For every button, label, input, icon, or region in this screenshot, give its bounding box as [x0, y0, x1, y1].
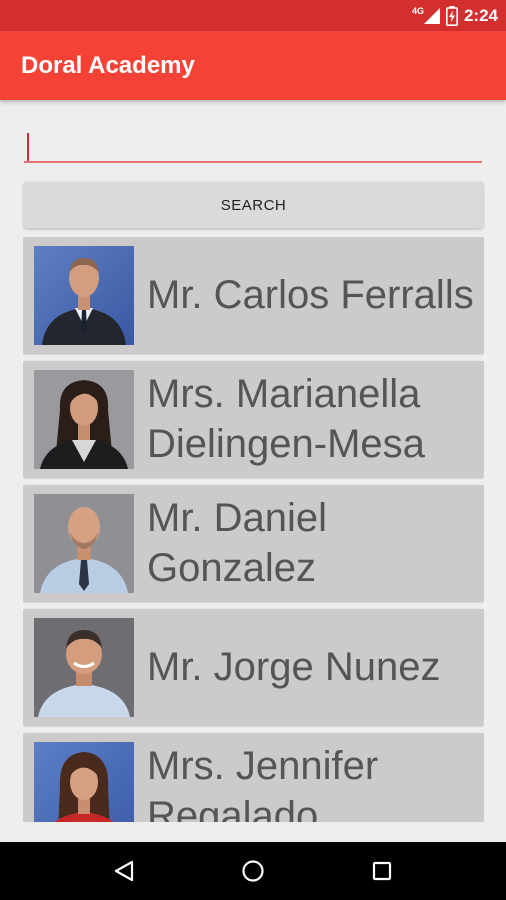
staff-photo [34, 370, 134, 469]
staff-photo [34, 618, 134, 717]
staff-name: Mr. Carlos Ferralls [147, 273, 474, 317]
staff-card[interactable]: Mr. Carlos Ferralls [23, 237, 484, 353]
staff-card[interactable]: Mrs. Jennifer Regalado [23, 733, 484, 822]
status-bar: 4G 2:24 [0, 0, 506, 31]
signal-icon [423, 7, 440, 24]
staff-name: Mrs. Jennifer Regalado [147, 744, 379, 822]
staff-card[interactable]: Mr. Daniel Gonzalez [23, 485, 484, 601]
staff-photo [34, 494, 134, 593]
staff-photo [34, 246, 134, 345]
home-button[interactable] [233, 851, 273, 891]
search-button[interactable]: SEARCH [24, 182, 483, 228]
staff-name: Mr. Jorge Nunez [147, 645, 441, 689]
home-icon [242, 860, 264, 882]
recents-button[interactable] [362, 851, 402, 891]
staff-name: Mr. Daniel Gonzalez [147, 496, 328, 590]
app-title: Doral Academy [21, 52, 195, 79]
text-cursor [27, 133, 29, 161]
clock: 2:24 [463, 5, 498, 25]
staff-card[interactable]: Mrs. Marianella Dielingen-Mesa [23, 361, 484, 477]
staff-name: Mrs. Marianella Dielingen-Mesa [147, 372, 425, 466]
navigation-bar [0, 842, 506, 900]
staff-list[interactable]: Mr. Carlos Ferralls Mrs. Marianella Diel… [23, 237, 484, 822]
battery-icon [445, 5, 458, 26]
app-bar: Doral Academy [0, 31, 506, 100]
search-input[interactable] [24, 127, 482, 163]
recents-icon [372, 861, 391, 881]
staff-photo [34, 742, 134, 822]
screen: 4G 2:24 Doral Academy SEARCH Mr. Carlos … [0, 0, 506, 900]
back-button[interactable] [104, 851, 144, 891]
back-icon [115, 860, 134, 882]
network-type-label: 4G [411, 5, 424, 16]
staff-card[interactable]: Mr. Jorge Nunez [23, 609, 484, 725]
